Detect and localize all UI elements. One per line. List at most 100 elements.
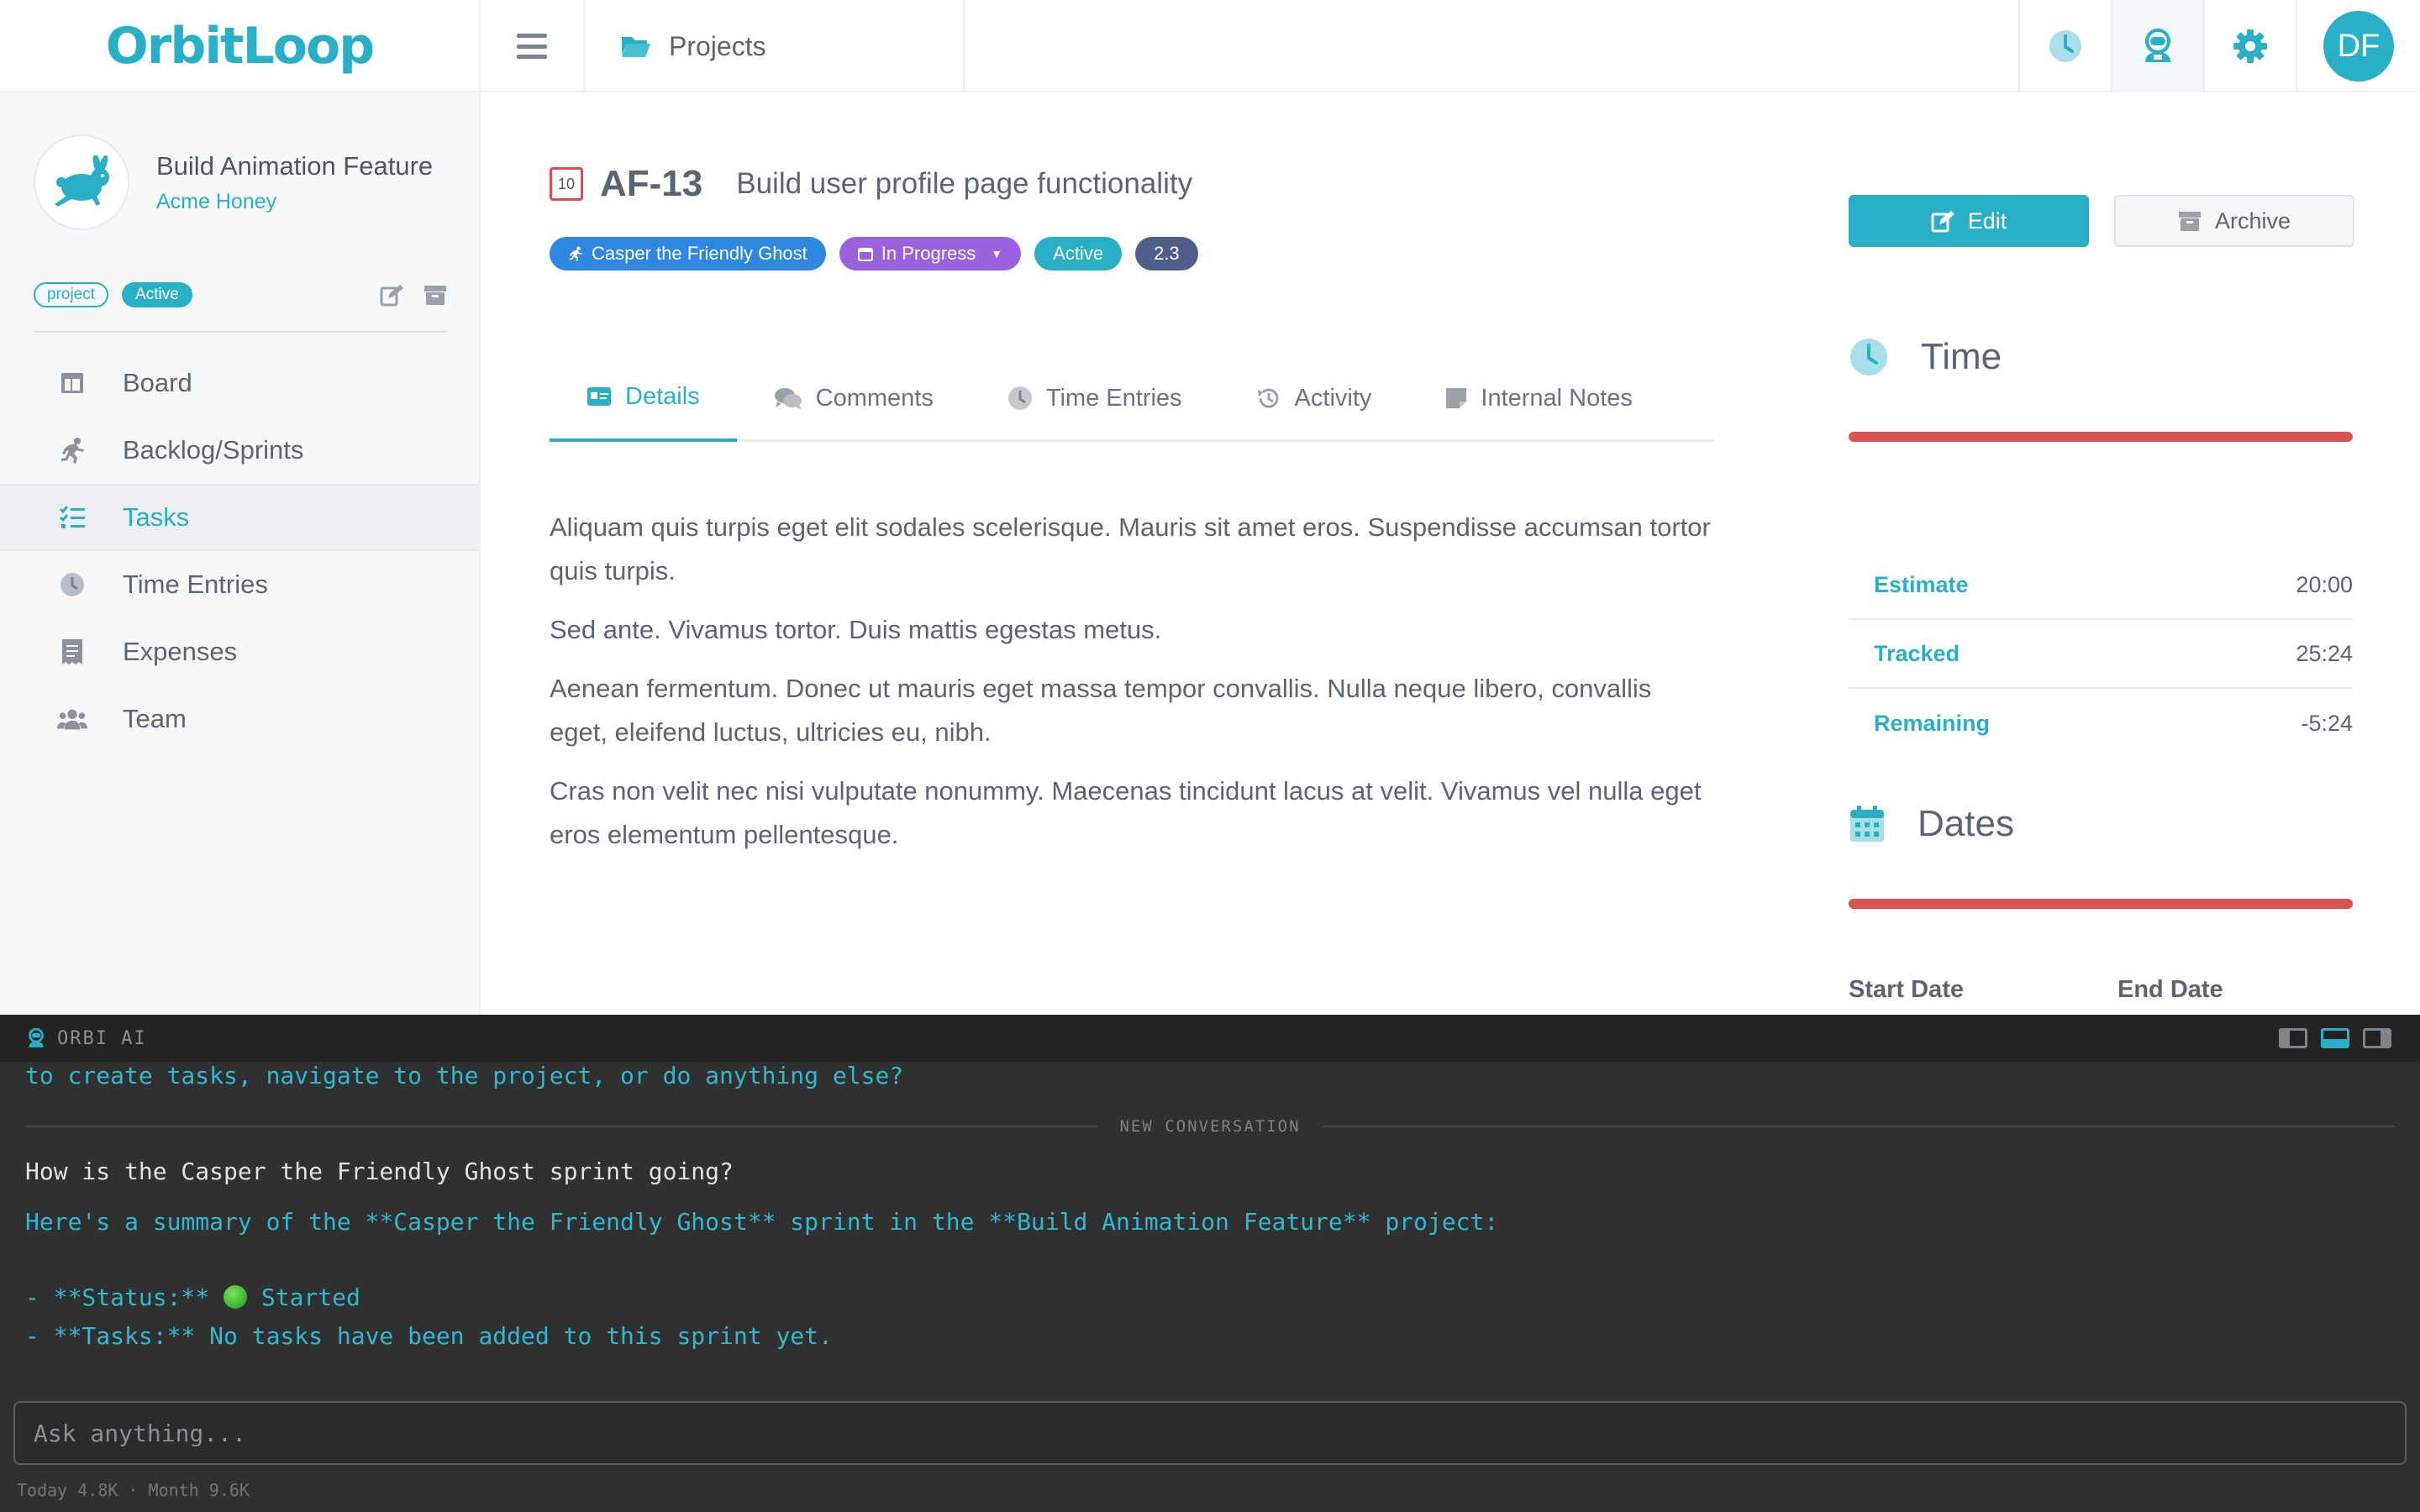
time-row-value: 20:00	[2296, 571, 2353, 597]
chevron-down-icon: ▼	[991, 247, 1003, 260]
layout-switcher	[2279, 1028, 2391, 1048]
time-row-tracked: Tracked 25:24	[1849, 620, 2353, 689]
archive-icon	[2178, 212, 2201, 231]
timer-button[interactable]	[2018, 0, 2111, 92]
end-date-label: End Date	[2118, 976, 2223, 1003]
description-paragraph: Sed ante. Vivamus tortor. Duis mattis eg…	[550, 615, 1162, 644]
dates-header: Start Date End Date	[1849, 976, 2223, 1004]
ai-brand: ORBI AI	[57, 1027, 147, 1049]
tab-label: Activity	[1294, 384, 1372, 412]
sidebar-item-label: Expenses	[123, 637, 238, 666]
top-bar-spacer	[965, 0, 2018, 91]
description-paragraph: Cras non velit nec nisi vulputate nonumm…	[550, 776, 1702, 849]
priority-badge[interactable]: 10	[550, 167, 583, 201]
tasks-icon	[57, 502, 87, 533]
hamburger-icon	[517, 34, 547, 59]
layout-left-dock-icon[interactable]	[2279, 1028, 2307, 1048]
ai-prompt-input[interactable]	[13, 1401, 2407, 1465]
running-icon	[57, 435, 87, 465]
breadcrumb-projects[interactable]: Projects	[669, 31, 766, 62]
task-badges: Casper the Friendly Ghost In Progress ▼ …	[550, 237, 1198, 270]
active-badge: Active	[1034, 237, 1123, 270]
time-row-label: Estimate	[1874, 571, 1969, 597]
sidebar-nav: Board Backlog/Sprints Tasks Time Entries…	[0, 349, 479, 753]
sidebar-item-team[interactable]: Team	[0, 685, 479, 753]
running-icon	[569, 246, 582, 261]
avatar[interactable]: DF	[2323, 11, 2394, 81]
sprint-badge[interactable]: Casper the Friendly Ghost	[550, 237, 826, 270]
sidebar-item-label: Time Entries	[123, 570, 268, 599]
layout-right-dock-icon[interactable]	[2363, 1028, 2391, 1048]
ai-assistant-button[interactable]	[2111, 0, 2203, 92]
sidebar-item-tasks[interactable]: Tasks	[0, 484, 479, 551]
time-row-estimate: Estimate 20:00	[1849, 551, 2353, 620]
edit-button[interactable]: Edit	[1849, 195, 2089, 247]
status-prefix: - **Status:**	[25, 1284, 224, 1311]
sidebar: Build Animation Feature Acme Honey proje…	[0, 92, 481, 1015]
edit-project-icon[interactable]	[380, 283, 403, 307]
app-logo[interactable]: OrbitLoop	[106, 17, 375, 76]
task-tabs: Details Comments Time Entries Activity I…	[550, 354, 1714, 442]
logo-container[interactable]: OrbitLoop	[0, 0, 481, 92]
id-card-icon	[587, 387, 611, 406]
sidebar-item-label: Tasks	[123, 502, 190, 532]
tab-internal-notes[interactable]: Internal Notes	[1408, 354, 1670, 442]
sidebar-item-board[interactable]: Board	[0, 349, 479, 417]
task-key: AF-13	[600, 163, 703, 204]
tab-label: Comments	[815, 384, 934, 412]
clock-icon	[57, 570, 87, 600]
time-panel-title: Time	[1849, 336, 2002, 378]
description-paragraph: Aliquam quis turpis eget elit sodales sc…	[550, 512, 1711, 585]
layout-bottom-dock-icon[interactable]	[2321, 1028, 2349, 1048]
sidebar-item-expenses[interactable]: Expenses	[0, 618, 479, 685]
tab-comments[interactable]: Comments	[737, 354, 971, 442]
dates-progress-bar	[1849, 899, 2353, 909]
project-type-tag: project	[34, 282, 109, 307]
green-circle-icon	[224, 1285, 248, 1309]
sidebar-item-label: Board	[123, 368, 192, 397]
status-dropdown[interactable]: In Progress ▼	[839, 237, 1022, 270]
task-title: Build user profile page functionality	[736, 167, 1193, 200]
description-paragraph: Aenean fermentum. Donec ut mauris eget m…	[550, 674, 1652, 747]
sidebar-item-backlog-sprints[interactable]: Backlog/Sprints	[0, 417, 479, 484]
archive-button[interactable]: Archive	[2114, 195, 2354, 247]
ai-reply-summary: Here's a summary of the **Casper the Fri…	[25, 1208, 1499, 1236]
ai-console-header: ORBI AI	[0, 1015, 2420, 1062]
time-row-value: -5:24	[2301, 710, 2353, 736]
user-message: How is the Casper the Friendly Ghost spr…	[25, 1158, 734, 1185]
astronaut-icon	[2145, 29, 2170, 62]
tab-label: Internal Notes	[1481, 384, 1633, 412]
tab-activity[interactable]: Activity	[1219, 354, 1409, 442]
project-client[interactable]: Acme Honey	[156, 190, 433, 214]
time-summary-table: Estimate 20:00 Tracked 25:24 Remaining -…	[1849, 551, 2353, 758]
settings-button[interactable]	[2203, 0, 2296, 92]
project-actions	[380, 283, 447, 307]
board-icon	[57, 368, 87, 398]
clock-icon	[1007, 386, 1032, 410]
user-menu[interactable]: DF	[2296, 0, 2420, 92]
folder-open-icon	[622, 37, 650, 57]
tab-details[interactable]: Details	[550, 354, 737, 442]
history-icon	[1257, 388, 1279, 408]
sidebar-item-label: Team	[123, 704, 187, 733]
top-bar: OrbitLoop Projects DF	[0, 0, 2420, 92]
usage-stats: Today 4.8K · Month 9.6K	[17, 1480, 250, 1500]
breadcrumb[interactable]: Projects	[585, 0, 965, 92]
time-title: Time	[1921, 336, 2002, 377]
menu-toggle-button[interactable]	[481, 0, 585, 92]
time-progress-bar	[1849, 432, 2353, 442]
tab-label: Details	[625, 382, 700, 410]
tab-time-entries[interactable]: Time Entries	[971, 354, 1219, 442]
task-detail: 10 AF-13 Build user profile page functio…	[482, 92, 2420, 1015]
project-name[interactable]: Build Animation Feature	[156, 151, 433, 181]
gear-icon	[2233, 29, 2267, 63]
rabbit-icon	[55, 155, 109, 207]
ai-console: ORBI AI to create tasks, navigate to the…	[0, 1015, 2420, 1512]
sidebar-item-time-entries[interactable]: Time Entries	[0, 551, 479, 618]
archive-project-icon[interactable]	[424, 283, 447, 307]
archive-button-label: Archive	[2214, 207, 2291, 234]
sidebar-item-label: Backlog/Sprints	[123, 435, 304, 465]
ai-reply-status: - **Status:** Started	[25, 1284, 360, 1311]
time-row-remaining: Remaining -5:24	[1849, 689, 2353, 758]
project-logo	[34, 134, 129, 230]
